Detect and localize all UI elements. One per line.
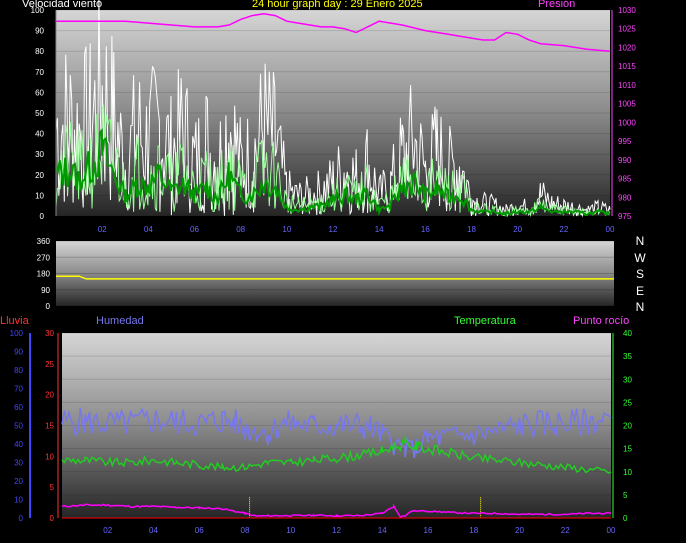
wind-y-tick: 60: [35, 88, 44, 97]
temperature-y-tick: 20: [623, 422, 632, 431]
humidity-y-tick: 30: [14, 459, 23, 468]
temperature-y-tick: 30: [623, 375, 632, 384]
wind-y-tick: 40: [35, 130, 44, 139]
humidity-y-tick: 40: [14, 440, 23, 449]
pressure-label: Presión: [538, 0, 576, 10]
rain-y-tick: 25: [45, 360, 54, 369]
pressure-y-tick: 990: [618, 156, 632, 165]
wind-y-tick: 70: [35, 68, 44, 77]
humidity-y-tick: 100: [10, 329, 24, 338]
pressure-y-tick: 1020: [618, 43, 636, 52]
humidity-y-tick: 90: [14, 348, 23, 357]
compass-s: S: [635, 267, 644, 281]
wind-x-tick: 10: [282, 225, 291, 234]
rain-label: Lluvia: [0, 315, 29, 327]
climate-x-tick: 08: [241, 526, 250, 535]
humidity-y-tick: 60: [14, 403, 23, 412]
wind-x-tick: 14: [375, 225, 384, 234]
wind-x-tick: 00: [606, 225, 615, 234]
dewpoint-label: Punto rocío: [573, 315, 630, 327]
temperature-y-tick: 0: [623, 514, 628, 523]
pressure-y-tick: 1030: [618, 6, 636, 15]
pressure-y-tick: 1005: [618, 100, 636, 109]
temperature-y-tick: 40: [623, 329, 632, 338]
wind-x-tick: 18: [467, 225, 476, 234]
wind-y-tick: 20: [35, 171, 44, 180]
wind-x-tick: 22: [559, 225, 568, 234]
pressure-y-tick: 1000: [618, 118, 636, 127]
wind-x-tick: 02: [98, 225, 107, 234]
climate-x-tick: 16: [424, 526, 433, 535]
wind-x-tick: 16: [421, 225, 430, 234]
wind-y-tick: 0: [40, 212, 45, 221]
climate-x-tick: 22: [561, 526, 570, 535]
wind-x-tick: 20: [513, 225, 522, 234]
wind-y-tick: 10: [35, 191, 44, 200]
humidity-label: Humedad: [96, 315, 144, 327]
climate-x-tick: 18: [469, 526, 478, 535]
temperature-label: Temperatura: [454, 315, 516, 327]
direction-y-tick: 270: [37, 253, 51, 262]
temperature-y-tick: 5: [623, 491, 628, 500]
climate-x-tick: 00: [607, 526, 616, 535]
compass-labels: N W S E N: [633, 233, 647, 316]
wind-x-tick: 06: [190, 225, 199, 234]
wind-x-tick: 08: [236, 225, 245, 234]
wind-y-tick: 50: [35, 109, 44, 118]
direction-y-tick: 360: [37, 237, 51, 246]
temperature-y-tick: 25: [623, 398, 632, 407]
rain-y-tick: 30: [45, 329, 54, 338]
climate-x-tick: 04: [149, 526, 158, 535]
humidity-y-tick: 80: [14, 366, 23, 375]
wind-y-tick: 90: [35, 27, 44, 36]
wind-y-tick: 30: [35, 150, 44, 159]
climate-x-tick: 20: [515, 526, 524, 535]
climate-x-tick: 06: [195, 526, 204, 535]
rain-y-tick: 0: [50, 514, 55, 523]
humidity-y-tick: 10: [14, 496, 23, 505]
climate-x-tick: 02: [103, 526, 112, 535]
pressure-y-tick: 975: [618, 212, 632, 221]
pressure-y-tick: 995: [618, 137, 632, 146]
pressure-y-tick: 980: [618, 193, 632, 202]
temperature-y-tick: 35: [623, 352, 632, 361]
pressure-y-tick: 985: [618, 175, 632, 184]
temperature-y-tick: 15: [623, 445, 632, 454]
direction-y-tick: 180: [37, 270, 51, 279]
compass-n-top: N: [635, 234, 645, 248]
pressure-y-tick: 1010: [618, 81, 636, 90]
direction-y-tick: 0: [46, 302, 51, 311]
wind-y-tick: 80: [35, 47, 44, 56]
compass-n-bottom: N: [635, 300, 645, 314]
direction-y-tick: 90: [41, 286, 50, 295]
wind-speed-label: Velocidad viento: [22, 0, 103, 10]
rain-y-tick: 15: [45, 422, 54, 431]
wind-x-tick: 04: [144, 225, 153, 234]
humidity-y-tick: 0: [19, 514, 24, 523]
weather-graph: 0102030405060708090100975980985990995100…: [10, 0, 636, 535]
rain-y-tick: 5: [50, 483, 55, 492]
climate-x-tick: 10: [286, 526, 295, 535]
rain-y-tick: 10: [45, 452, 54, 461]
pressure-y-tick: 1025: [618, 25, 636, 34]
temperature-y-tick: 10: [623, 468, 632, 477]
rain-y-tick: 20: [45, 391, 54, 400]
humidity-y-tick: 20: [14, 477, 23, 486]
chart-title: 24 hour graph day : 29 Enero 2025: [252, 0, 423, 10]
wind-x-tick: 12: [329, 225, 338, 234]
compass-w: W: [634, 250, 646, 265]
compass-e: E: [635, 283, 644, 298]
climate-x-tick: 14: [378, 526, 387, 535]
humidity-y-tick: 70: [14, 385, 23, 394]
humidity-y-tick: 50: [14, 422, 23, 431]
climate-x-tick: 12: [332, 526, 341, 535]
pressure-y-tick: 1015: [618, 62, 636, 71]
